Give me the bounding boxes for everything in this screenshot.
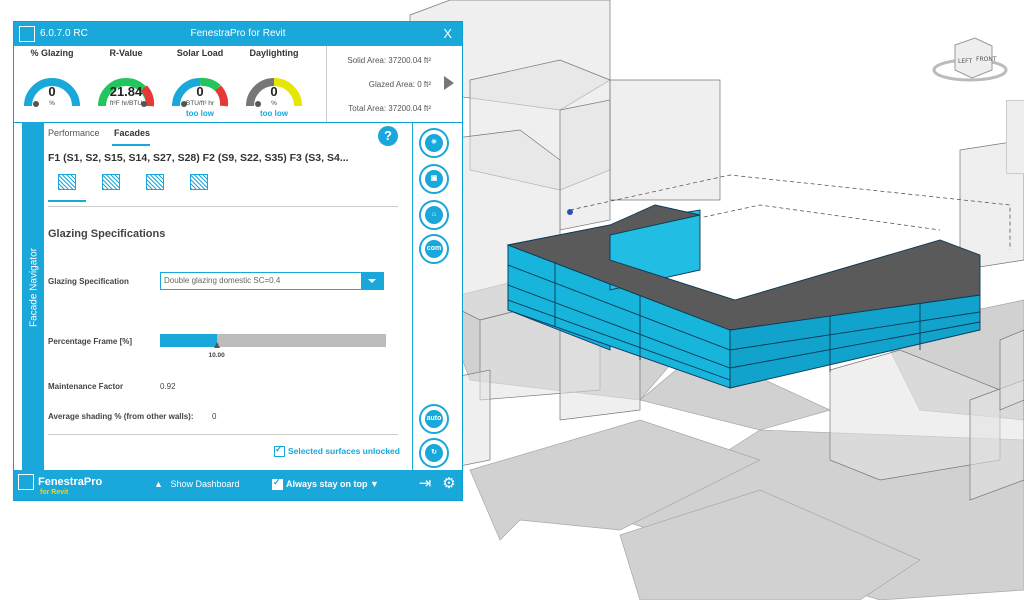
bottom-bar: FenestraPro for Revit ▲ Show Dashboard A…	[14, 470, 462, 500]
auto-button[interactable]: auto	[419, 404, 449, 434]
help-button[interactable]: ?	[378, 126, 398, 146]
viewcube-left-label[interactable]: LEFT	[958, 58, 972, 65]
expand-arrow-icon[interactable]	[444, 76, 454, 90]
maintenance-label: Maintenance Factor	[48, 382, 124, 391]
gauge-label: Solar Load	[176, 48, 224, 58]
glazing-spec-value: Double glazing domestic SC=0.4	[164, 276, 281, 285]
gauge-status: too low	[260, 109, 288, 118]
gauge-value: 21.84	[109, 84, 143, 99]
always-on-top-toggle[interactable]: Always stay on top ▼	[272, 477, 379, 491]
gauge-label: % Glazing	[30, 48, 74, 58]
gauge-daylighting: Daylighting 0 % too low	[238, 46, 310, 122]
facades-panel: Performance Facades ? F1 (S1, S2, S15, S…	[48, 122, 408, 470]
divider	[48, 434, 398, 435]
tab-facades[interactable]: Facades	[114, 128, 150, 138]
close-button[interactable]: X	[443, 26, 452, 41]
show-dashboard-label: Show Dashboard	[170, 479, 240, 489]
tab-performance[interactable]: Performance	[48, 128, 100, 138]
glazing-spec-label: Glazing Specification	[48, 277, 129, 286]
frame-label: Percentage Frame [%]	[48, 337, 133, 346]
checkbox-icon[interactable]	[272, 477, 283, 491]
refresh-icon: ↻	[425, 444, 443, 462]
navigation-bar[interactable]	[1006, 100, 1024, 174]
com-button[interactable]: com	[419, 234, 449, 264]
show-dashboard-button[interactable]: ▲ Show Dashboard	[154, 479, 239, 489]
gauge-solar-load: Solar Load 0 BTU/ft² hr too low	[164, 46, 236, 122]
gauge-label: R-Value	[109, 48, 143, 58]
gauge-value: 0	[48, 84, 56, 99]
shading-label: Average shading % (from other walls):	[48, 412, 194, 421]
logo-main: FenestraPro	[38, 475, 103, 488]
glazed-area: Glazed Area: 0 ft²	[368, 80, 431, 89]
gauge-unit: BTU/ft² hr	[185, 100, 215, 107]
window-title: FenestraPro for Revit	[190, 28, 286, 39]
slider-fill	[160, 334, 217, 347]
gauge-glazing: % Glazing 0 %	[16, 46, 88, 122]
facade-navigator-sidebar[interactable]: Facade Navigator	[22, 122, 44, 470]
active-tab-indicator	[112, 144, 150, 146]
facade-list: F1 (S1, S2, S15, S14, S27, S28) F2 (S9, …	[48, 152, 349, 164]
gauge-unit: ft²F hr/BTU	[109, 100, 143, 107]
section-title: Glazing Specifications	[48, 228, 166, 240]
auto-icon: auto	[425, 410, 443, 428]
sun-icon: ☀	[425, 134, 443, 152]
refresh-button[interactable]: ↻	[419, 438, 449, 468]
gauge-value: 0	[270, 84, 278, 99]
gauge-label: Daylighting	[249, 48, 299, 58]
frame-value: 10.00	[208, 352, 225, 359]
area-summary: Solid Area: 37200.04 ft² Glazed Area: 0 …	[326, 46, 439, 122]
gauge-status: too low	[186, 109, 214, 118]
viewcube-front-label[interactable]: FRONT	[976, 56, 997, 63]
facade-panel-icon[interactable]	[190, 174, 208, 190]
sidebar-label: Facade Navigator	[28, 248, 40, 327]
logo-sub: for Revit	[40, 489, 69, 496]
facade-shading-icon[interactable]	[146, 174, 164, 190]
gear-icon[interactable]: ⚙	[440, 475, 458, 493]
building-icon: ⌂	[425, 206, 443, 224]
facade-icon-indicator	[48, 200, 86, 202]
chevron-down-icon[interactable]: ▼	[370, 479, 379, 489]
tool-column: ☀ ▣ ⌂ com auto ↻	[412, 122, 453, 470]
fenestrapro-window: 6.0.7.0 RC FenestraPro for Revit X % Gla…	[14, 22, 462, 500]
dashboard: % Glazing 0 % R-Value 21.84 ft²F hr/BTU …	[14, 46, 462, 123]
shading-value: 0	[212, 412, 217, 421]
total-area: Total Area: 37200.04 ft²	[348, 104, 431, 113]
unlock-checkbox[interactable]: Selected surfaces unlocked	[274, 444, 400, 458]
camera-button[interactable]: ▣	[419, 164, 449, 194]
chevron-down-icon[interactable]	[361, 273, 383, 289]
fenestrapro-logo: FenestraPro for Revit	[18, 474, 102, 496]
glazing-spec-dropdown[interactable]: Double glazing domestic SC=0.4	[160, 272, 384, 290]
logo-icon	[18, 474, 34, 490]
frame-slider[interactable]	[160, 334, 386, 348]
exit-icon[interactable]: ⇥	[416, 475, 434, 493]
gauge-rvalue: R-Value 21.84 ft²F hr/BTU	[90, 46, 162, 122]
com-icon: com	[425, 240, 443, 258]
sun-button[interactable]: ☀	[419, 128, 449, 158]
camera-icon: ▣	[425, 170, 443, 188]
title-bar[interactable]: 6.0.7.0 RC FenestraPro for Revit X	[14, 22, 462, 46]
checkbox-icon[interactable]	[274, 444, 285, 458]
maintenance-value: 0.92	[160, 382, 176, 391]
facade-all-icon[interactable]	[58, 174, 76, 190]
divider	[48, 206, 398, 207]
facade-glazed-icon[interactable]	[102, 174, 120, 190]
building-button[interactable]: ⌂	[419, 200, 449, 230]
gauge-unit: %	[49, 100, 55, 107]
gauge-unit: %	[271, 100, 277, 107]
solid-area: Solid Area: 37200.04 ft²	[347, 56, 431, 65]
arrow-up-icon: ▲	[154, 479, 163, 489]
always-on-top-label: Always stay on top	[286, 479, 368, 489]
gauge-value: 0	[196, 84, 204, 99]
slider-knob[interactable]	[213, 342, 220, 348]
unlock-label: Selected surfaces unlocked	[288, 446, 400, 456]
